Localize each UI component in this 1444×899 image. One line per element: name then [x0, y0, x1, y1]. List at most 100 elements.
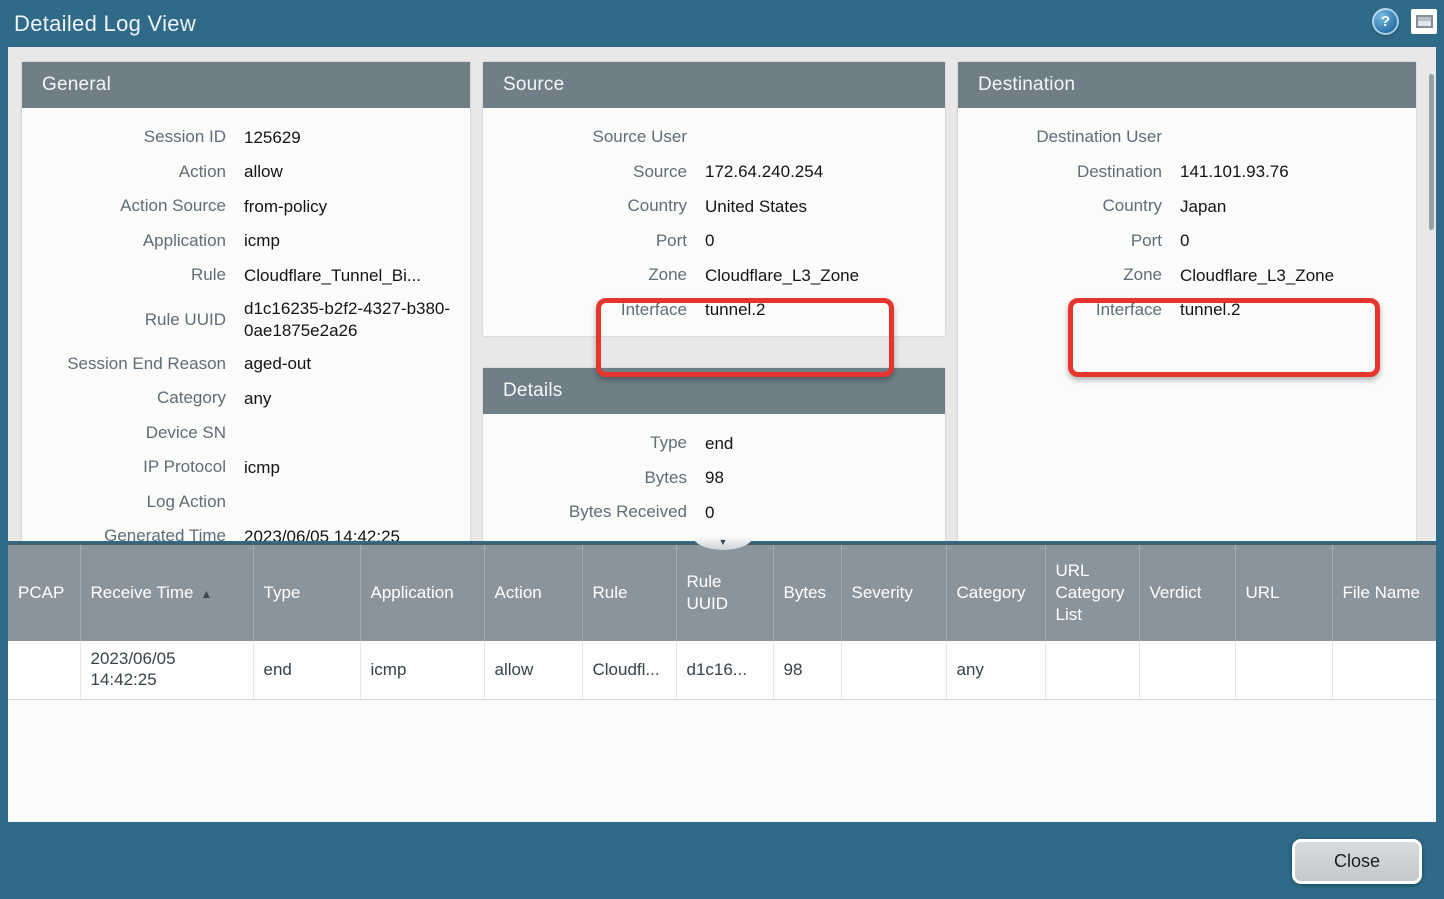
field-value: end: [687, 433, 743, 454]
field-row-session-id: Session ID 125629: [22, 120, 470, 155]
column-header-application[interactable]: Application: [360, 545, 484, 641]
cell-bytes: 98: [773, 641, 841, 699]
field-value: any: [226, 388, 281, 409]
field-value: 172.64.240.254: [687, 161, 833, 182]
field-label: Country: [958, 196, 1162, 216]
destination-panel: Destination Destination User Destination…: [958, 62, 1416, 541]
cell-url-category-list: [1045, 641, 1139, 699]
field-row-destination-country: Country Japan: [958, 189, 1416, 224]
vertical-scrollbar-thumb[interactable]: [1429, 74, 1434, 230]
window-restore-icon[interactable]: [1411, 9, 1437, 34]
page-title: Detailed Log View: [14, 0, 196, 47]
field-label: Category: [22, 388, 226, 408]
dialog-content: General Session ID 125629 Action allow A…: [8, 47, 1436, 541]
field-label: Rule: [22, 265, 226, 285]
column-label: Receive Time: [91, 583, 194, 602]
column-header-rule-uuid[interactable]: Rule UUID: [676, 545, 773, 641]
field-value: Cloudflare_L3_Zone: [1162, 265, 1344, 286]
field-value: United States: [687, 196, 817, 217]
field-row-action-source: Action Source from-policy: [22, 189, 470, 224]
column-header-file-name[interactable]: File Name: [1332, 545, 1436, 641]
details-panel: Details Type end Bytes 98 Bytes Received…: [483, 368, 945, 541]
field-row-destination: Destination 141.101.93.76: [958, 155, 1416, 190]
field-label: IP Protocol: [22, 457, 226, 477]
cell-pcap: [8, 641, 80, 699]
field-label: Log Action: [22, 492, 226, 512]
sort-ascending-icon: ▲: [200, 587, 212, 601]
cell-severity: [841, 641, 946, 699]
general-panel-body: Session ID 125629 Action allow Action So…: [22, 108, 470, 541]
field-label: Interface: [483, 300, 687, 320]
column-header-type[interactable]: Type: [253, 545, 360, 641]
field-label: Country: [483, 196, 687, 216]
field-row-action: Action allow: [22, 155, 470, 190]
field-value: Cloudflare_Tunnel_Bi...: [226, 265, 431, 286]
cell-category: any: [946, 641, 1045, 699]
general-panel-header: General: [22, 62, 470, 108]
field-label: Generated Time: [22, 526, 226, 541]
field-label: Type: [483, 433, 687, 453]
field-value: tunnel.2: [687, 299, 776, 320]
field-value: Japan: [1162, 196, 1236, 217]
window-restore-icon-glyph: [1416, 15, 1433, 28]
column-header-bytes[interactable]: Bytes: [773, 545, 841, 641]
log-table-row[interactable]: 2023/06/05 14:42:25 end icmp allow Cloud…: [8, 641, 1436, 699]
general-panel: General Session ID 125629 Action allow A…: [22, 62, 470, 541]
log-table-header-row: PCAP Receive Time ▲ Type Application Acti…: [8, 545, 1436, 641]
field-label: Zone: [483, 265, 687, 285]
field-row-category: Category any: [22, 381, 470, 416]
log-table: PCAP Receive Time ▲ Type Application Acti…: [8, 545, 1436, 700]
field-row-destination-user: Destination User: [958, 120, 1416, 155]
field-value: 0: [1162, 230, 1199, 251]
field-value: from-policy: [226, 196, 337, 217]
field-row-bytes-received: Bytes Received 0: [483, 495, 945, 530]
column-header-url-category-list[interactable]: URL Category List: [1045, 545, 1139, 641]
column-header-url[interactable]: URL: [1235, 545, 1332, 641]
field-row-device-sn: Device SN: [22, 416, 470, 451]
cell-application: icmp: [360, 641, 484, 699]
field-row-destination-interface: Interface tunnel.2: [958, 293, 1416, 328]
column-header-pcap[interactable]: PCAP: [8, 545, 80, 641]
details-panel-header: Details: [483, 368, 945, 414]
chevron-down-icon: ▼: [719, 537, 728, 547]
column-header-category[interactable]: Category: [946, 545, 1045, 641]
field-row-source-zone: Zone Cloudflare_L3_Zone: [483, 258, 945, 293]
field-label: Source: [483, 162, 687, 182]
source-panel-header: Source: [483, 62, 945, 108]
field-label: Bytes Received: [483, 502, 687, 522]
field-row-type: Type end: [483, 426, 945, 461]
cell-url: [1235, 641, 1332, 699]
field-value: tunnel.2: [1162, 299, 1251, 320]
field-label: Destination User: [958, 127, 1162, 147]
field-row-destination-port: Port 0: [958, 224, 1416, 259]
cell-rule: Cloudfl...: [582, 641, 676, 699]
field-row-source-user: Source User: [483, 120, 945, 155]
cell-type: end: [253, 641, 360, 699]
destination-panel-body: Destination User Destination 141.101.93.…: [958, 108, 1416, 327]
source-panel: Source Source User Source 172.64.240.254…: [483, 62, 945, 336]
cell-rule-uuid: d1c16...: [676, 641, 773, 699]
close-button[interactable]: Close: [1292, 839, 1422, 884]
field-label: Device SN: [22, 423, 226, 443]
column-header-action[interactable]: Action: [484, 545, 582, 641]
column-header-severity[interactable]: Severity: [841, 545, 946, 641]
field-value: 0: [687, 502, 724, 523]
cell-action: allow: [484, 641, 582, 699]
field-value: Cloudflare_L3_Zone: [687, 265, 869, 286]
field-label: Action: [22, 162, 226, 182]
help-icon[interactable]: ?: [1372, 8, 1399, 35]
cell-file-name: [1332, 641, 1436, 699]
column-header-verdict[interactable]: Verdict: [1139, 545, 1235, 641]
column-header-rule[interactable]: Rule: [582, 545, 676, 641]
cell-verdict: [1139, 641, 1235, 699]
details-panel-body: Type end Bytes 98 Bytes Received 0: [483, 414, 945, 530]
field-label: Bytes: [483, 468, 687, 488]
column-header-receive-time[interactable]: Receive Time ▲: [80, 545, 253, 641]
window-titlebar: Detailed Log View ?: [0, 0, 1444, 47]
field-row-session-end-reason: Session End Reason aged-out: [22, 347, 470, 382]
field-label: Application: [22, 231, 226, 251]
source-panel-body: Source User Source 172.64.240.254 Countr…: [483, 108, 945, 327]
field-label: Port: [958, 231, 1162, 251]
field-value: d1c16235-b2f2-4327-b380-0ae1875e2a26: [226, 298, 470, 341]
field-value: 125629: [226, 127, 311, 148]
